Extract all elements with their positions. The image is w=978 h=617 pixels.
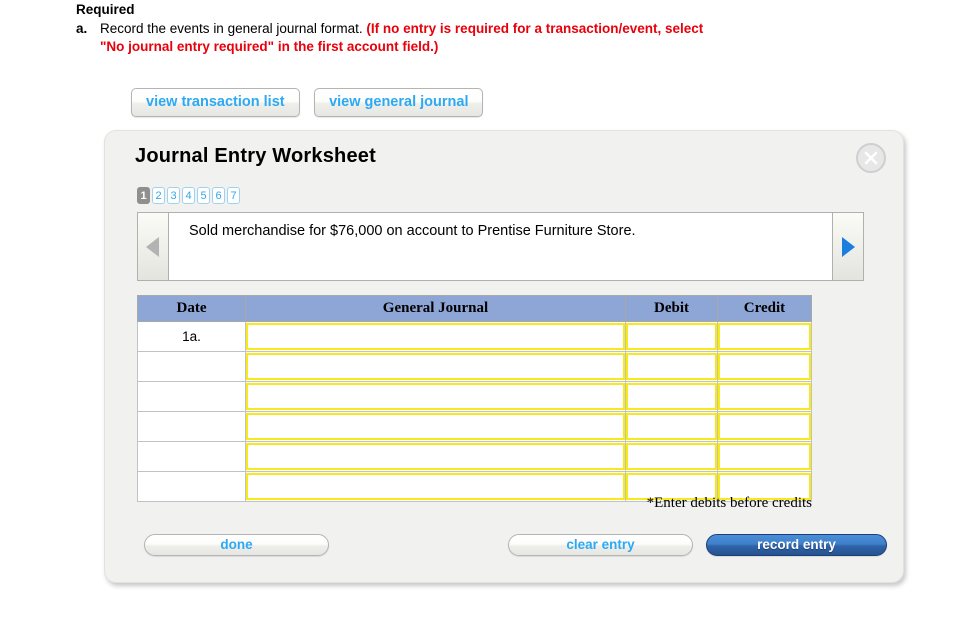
date-cell [137,411,246,442]
table-row [137,381,812,412]
debit-cell [625,441,718,472]
journal-entry-worksheet-panel: Journal Entry Worksheet 1 2 3 4 5 6 7 So… [104,130,904,583]
credit-input[interactable] [718,323,811,350]
view-transaction-list-button[interactable]: view transaction list [131,88,300,117]
date-cell: 1a. [137,321,246,352]
clear-entry-button[interactable]: clear entry [508,534,693,556]
credit-input[interactable] [718,443,811,470]
debit-cell [625,321,718,352]
prev-transaction-arrow-icon[interactable] [137,212,169,281]
general-journal-cell [245,441,626,472]
transaction-navigator: Sold merchandise for $76,000 on account … [137,212,864,281]
debit-input[interactable] [626,383,717,410]
general-journal-input[interactable] [246,323,625,350]
debit-cell [625,381,718,412]
pager-tab-7[interactable]: 7 [227,187,240,204]
table-header-row: Date General Journal Debit Credit [137,295,812,322]
pager-tab-5[interactable]: 5 [197,187,210,204]
date-cell [137,351,246,382]
done-button[interactable]: done [144,534,329,556]
column-header-date: Date [137,295,246,322]
instruction-item-a: a. Record the events in general journal … [76,20,876,56]
credit-cell [717,351,812,382]
close-icon[interactable] [856,143,886,173]
pager-tab-6[interactable]: 6 [212,187,225,204]
general-journal-input[interactable] [246,413,625,440]
pager-tab-3[interactable]: 3 [167,187,180,204]
pager-tab-2[interactable]: 2 [152,187,165,204]
journal-entry-table: Date General Journal Debit Credit 1a. [137,295,812,502]
table-row: 1a. [137,321,812,352]
general-journal-cell [245,321,626,352]
next-transaction-arrow-icon[interactable] [832,212,864,281]
debit-cell [625,351,718,382]
debits-before-credits-note: *Enter debits before credits [646,495,812,511]
credit-cell [717,411,812,442]
credit-cell [717,441,812,472]
table-row [137,441,812,472]
view-buttons-row: view transaction list view general journ… [131,88,493,117]
panel-title: Journal Entry Worksheet [135,145,376,167]
pager-tab-4[interactable]: 4 [182,187,195,204]
debit-input[interactable] [626,323,717,350]
debit-cell [625,411,718,442]
debit-input[interactable] [626,443,717,470]
general-journal-input[interactable] [246,383,625,410]
general-journal-cell [245,351,626,382]
general-journal-input[interactable] [246,443,625,470]
pager-tab-1[interactable]: 1 [137,187,150,204]
credit-cell [717,381,812,412]
credit-input[interactable] [718,413,811,440]
credit-input[interactable] [718,383,811,410]
date-cell [137,441,246,472]
credit-cell [717,321,812,352]
screenshot-root: Required a. Record the events in general… [0,0,978,617]
instruction-red-line1: (If no entry is required for a transacti… [366,21,704,36]
instruction-text: Record the events in general journal for… [100,21,363,36]
worksheet-pagination: 1 2 3 4 5 6 7 [137,187,240,204]
debit-input[interactable] [626,413,717,440]
instructions-block: Required a. Record the events in general… [76,2,876,56]
instruction-red-line2: "No journal entry required" in the first… [100,39,439,54]
view-general-journal-button[interactable]: view general journal [314,88,484,117]
general-journal-cell [245,411,626,442]
table-row [137,351,812,382]
transaction-description: Sold merchandise for $76,000 on account … [169,212,832,281]
column-header-debit: Debit [625,295,718,322]
date-cell [137,381,246,412]
required-heading: Required [76,2,135,17]
table-row [137,411,812,442]
column-header-credit: Credit [717,295,812,322]
instruction-letter: a. [76,21,88,36]
general-journal-input[interactable] [246,353,625,380]
general-journal-cell [245,381,626,412]
record-entry-button[interactable]: record entry [706,534,887,556]
column-header-general-journal: General Journal [245,295,626,322]
debit-input[interactable] [626,353,717,380]
credit-input[interactable] [718,353,811,380]
